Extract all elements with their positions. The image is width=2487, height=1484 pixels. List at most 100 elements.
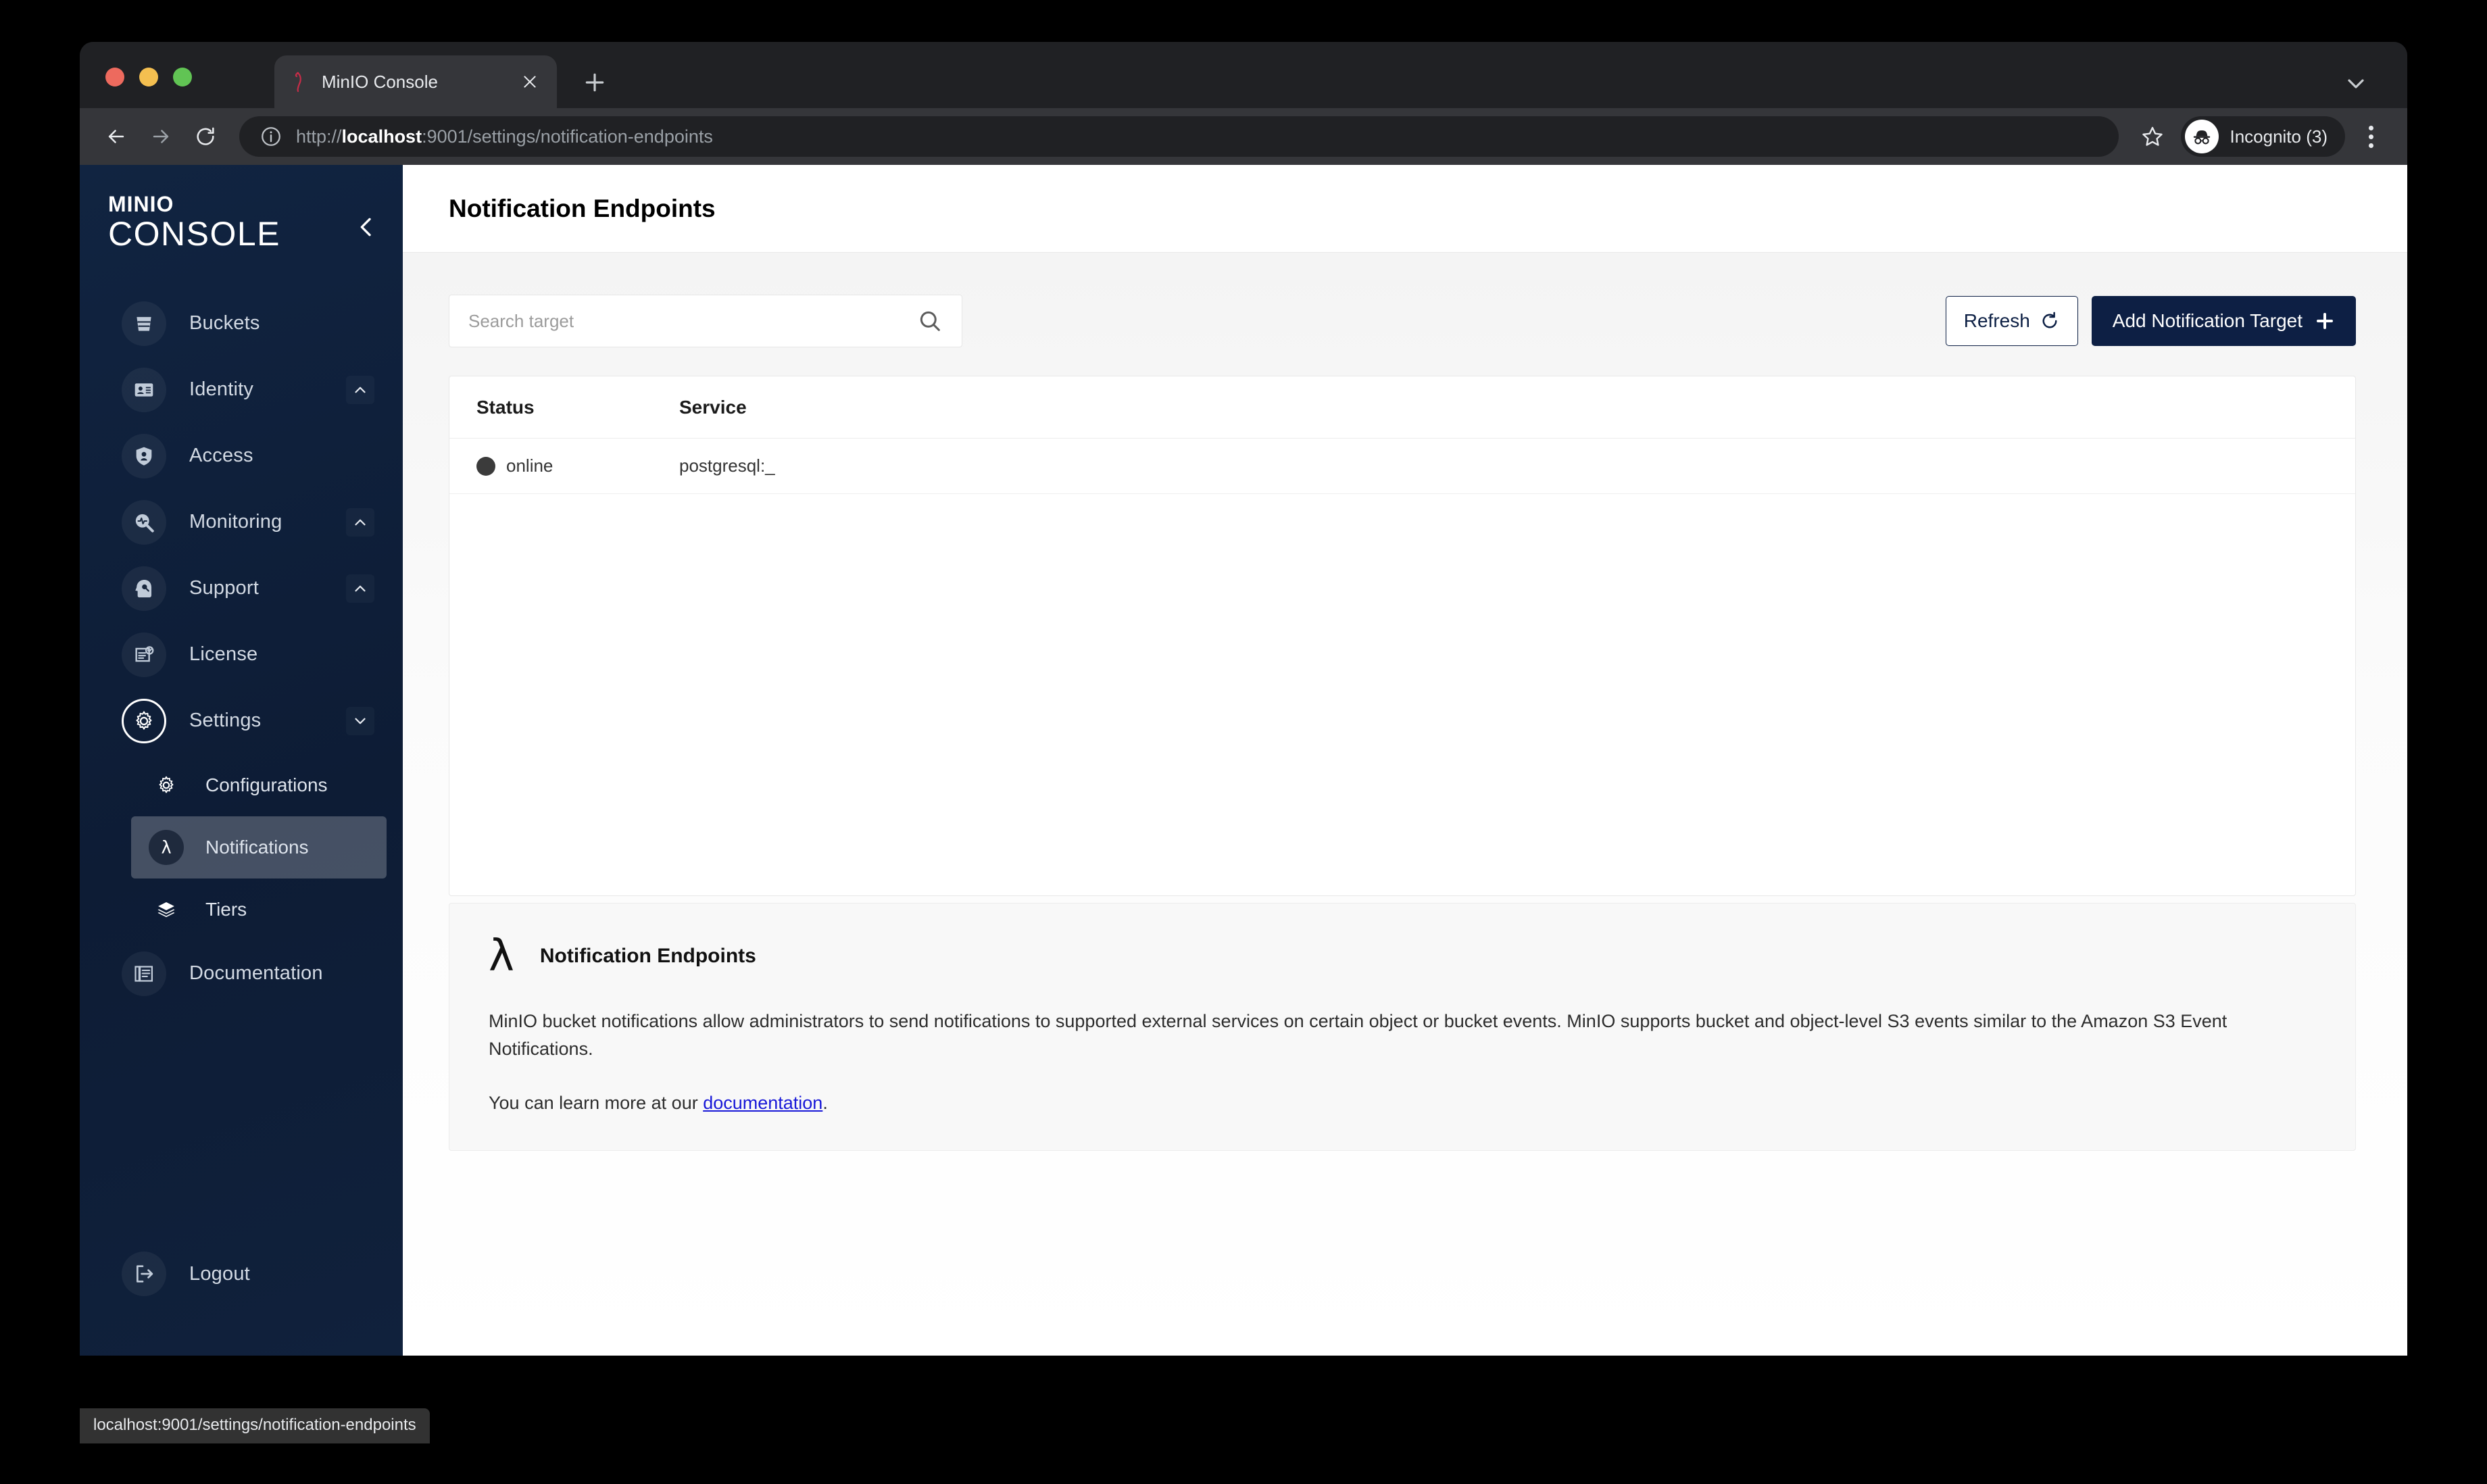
sidebar-item-label: License: [189, 643, 258, 665]
window-close-button[interactable]: [105, 68, 124, 86]
chevron-down-icon[interactable]: [346, 707, 374, 735]
sidebar: MINIO CONSOLE Buckets Identity Access Mo…: [80, 165, 403, 1356]
sidebar-item-label: Monitoring: [189, 511, 282, 533]
sidebar-item-label: Support: [189, 577, 259, 599]
refresh-button-label: Refresh: [1963, 310, 2030, 331]
svg-text:λ: λ: [161, 837, 171, 858]
layers-icon: [149, 892, 184, 927]
window-zoom-button[interactable]: [173, 68, 192, 86]
add-notification-target-button[interactable]: Add Notification Target: [2091, 296, 2356, 346]
info-panel: λ Notification Endpoints MinIO bucket no…: [449, 903, 2356, 1152]
arrow-right-icon[interactable]: [142, 118, 180, 155]
main-content: Notification Endpoints Search target Ref…: [403, 165, 2407, 1356]
search-box[interactable]: [449, 295, 962, 347]
window-minimize-button[interactable]: [139, 68, 158, 86]
lock-shield-icon: [122, 433, 166, 478]
sidebar-item-license[interactable]: License: [80, 622, 387, 688]
table-header-row: Status Service: [449, 376, 2355, 439]
status-badge: [476, 456, 495, 476]
column-header-service: Service: [679, 396, 747, 418]
documentation-icon: [122, 951, 166, 996]
license-check-icon: [122, 632, 166, 677]
chevron-up-icon[interactable]: [346, 376, 374, 404]
monitoring-magnifier-icon: [122, 499, 166, 545]
star-icon[interactable]: [2134, 118, 2171, 155]
browser-window: MinIO Console http://localhost:9001/sett…: [80, 42, 2407, 1356]
sidebar-nav: Buckets Identity Access Monitoring Suppo…: [80, 291, 403, 1007]
sidebar-item-buckets[interactable]: Buckets: [80, 291, 387, 357]
content-area: Refresh Add Notification Target: [403, 253, 2407, 1356]
notification-targets-table: Status Service online postgresql:_: [449, 376, 2356, 896]
status-text: online: [506, 455, 553, 476]
sidebar-item-documentation[interactable]: Documentation: [80, 941, 387, 1007]
sidebar-item-label: Documentation: [189, 962, 323, 984]
table-row[interactable]: online postgresql:_: [449, 439, 2355, 494]
toolbar-actions: Refresh Add Notification Target: [1945, 296, 2356, 346]
menu-dot: [2368, 125, 2373, 130]
chevron-up-icon[interactable]: [346, 574, 374, 603]
sidebar-item-logout[interactable]: Logout: [80, 1241, 387, 1307]
arrow-left-icon[interactable]: [97, 118, 135, 155]
logout-icon: [122, 1252, 166, 1296]
info-panel-title: Notification Endpoints: [539, 945, 756, 967]
sidebar-footer: Logout: [80, 1241, 403, 1307]
profile-label: Incognito (3): [2230, 126, 2328, 147]
sidebar-item-identity[interactable]: Identity: [80, 357, 387, 423]
sidebar-item-label: Identity: [189, 378, 254, 400]
sidebar-item-label: Settings: [189, 710, 262, 731]
sidebar-item-monitoring[interactable]: Monitoring: [80, 489, 387, 555]
info-panel-more: You can learn more at our documentation.: [489, 1093, 2320, 1114]
minio-flamingo-icon: [289, 70, 312, 93]
page-viewport: MINIO CONSOLE Buckets Identity Access Mo…: [80, 165, 2407, 1356]
minio-logo-text: MINIO: [108, 192, 174, 216]
gear-icon: [122, 698, 166, 743]
browser-status-bar: localhost:9001/settings/notification-end…: [80, 1408, 430, 1443]
search-input[interactable]: [468, 310, 917, 332]
browser-toolbar: http://localhost:9001/settings/notificat…: [80, 108, 2407, 165]
new-tab-button[interactable]: [581, 69, 611, 99]
chevron-up-icon[interactable]: [346, 508, 374, 537]
omnibox[interactable]: http://localhost:9001/settings/notificat…: [239, 116, 2119, 157]
sidebar-item-notifications[interactable]: λ Notifications: [131, 816, 387, 879]
content-toolbar: Refresh Add Notification Target: [449, 295, 2356, 347]
identity-card-icon: [122, 367, 166, 412]
close-icon[interactable]: [518, 70, 542, 94]
sidebar-item-tiers[interactable]: Tiers: [131, 879, 387, 941]
sidebar-header: MINIO CONSOLE: [80, 165, 403, 254]
three-dots-vertical-icon[interactable]: [2352, 118, 2390, 155]
profile-chip[interactable]: Incognito (3): [2181, 116, 2345, 157]
info-circle-icon[interactable]: [260, 125, 282, 148]
sidebar-item-label: Buckets: [189, 312, 260, 334]
page-title: Notification Endpoints: [449, 194, 716, 222]
sidebar-subitem-label: Configurations: [205, 774, 328, 795]
add-notification-target-label: Add Notification Target: [2112, 310, 2303, 331]
info-panel-body: MinIO bucket notifications allow adminis…: [489, 1011, 2227, 1060]
sidebar-item-support[interactable]: Support: [80, 555, 387, 622]
lambda-icon: λ: [489, 931, 514, 981]
lambda-icon: λ: [149, 829, 184, 865]
info-more-suffix: .: [822, 1093, 828, 1114]
info-more-prefix: You can learn more at our: [489, 1093, 704, 1114]
cell-service: postgresql:_: [679, 455, 775, 476]
sidebar-item-configurations[interactable]: Configurations: [131, 754, 387, 816]
plus-icon: [2315, 311, 2335, 331]
refresh-icon: [2040, 311, 2060, 331]
info-panel-header: λ Notification Endpoints: [489, 935, 2320, 978]
refresh-button[interactable]: Refresh: [1945, 296, 2078, 346]
page-header: Notification Endpoints: [403, 165, 2407, 253]
chevron-down-icon[interactable]: [2342, 70, 2369, 97]
omnibox-url-text: http://localhost:9001/settings/notificat…: [296, 126, 713, 147]
browser-tab[interactable]: MinIO Console: [274, 55, 557, 108]
sidebar-item-label: Access: [189, 445, 253, 466]
chevron-left-icon[interactable]: [353, 214, 380, 241]
reload-icon[interactable]: [187, 118, 224, 155]
incognito-icon: [2185, 120, 2219, 153]
gear-icon: [149, 768, 184, 803]
search-icon[interactable]: [917, 308, 943, 334]
browser-tab-title: MinIO Console: [322, 71, 438, 92]
sidebar-item-settings[interactable]: Settings: [80, 688, 387, 754]
documentation-link[interactable]: documentation: [703, 1093, 822, 1113]
browser-tab-strip: MinIO Console: [80, 42, 2407, 108]
sidebar-item-access[interactable]: Access: [80, 423, 387, 489]
support-head-icon: [122, 566, 166, 611]
